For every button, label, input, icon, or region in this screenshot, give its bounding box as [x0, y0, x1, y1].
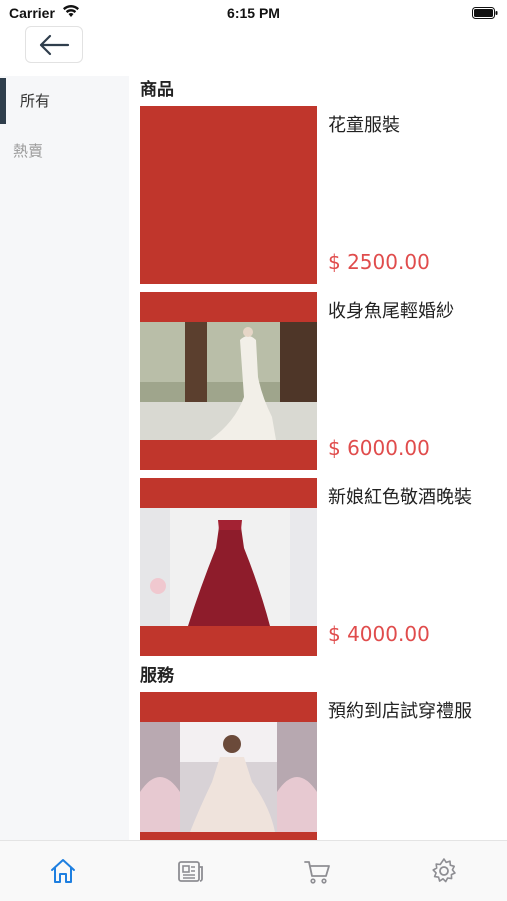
back-button[interactable] — [25, 26, 83, 63]
sidebar-item-hot[interactable]: 熱賣 — [0, 126, 129, 176]
mermaid-gown-photo — [140, 322, 317, 440]
service-card[interactable]: 預約到店試穿禮服 — [140, 692, 500, 840]
news-icon — [178, 861, 204, 882]
product-image — [140, 478, 317, 656]
service-name: 預約到店試穿禮服 — [328, 701, 472, 722]
tab-bar — [0, 840, 507, 901]
sidebar-item-label: 所有 — [20, 92, 51, 110]
cart-icon — [303, 861, 330, 884]
product-card[interactable]: 新娘紅色敬酒晚裝 $ 4000.00 — [140, 478, 500, 656]
clock: 6:15 PM — [227, 5, 280, 21]
product-price: $ 4000.00 — [328, 622, 430, 646]
arrow-left-icon — [39, 34, 70, 55]
sidebar-item-all[interactable]: 所有 — [0, 76, 129, 126]
tab-cart[interactable] — [254, 841, 381, 901]
settings-icon — [432, 858, 456, 883]
home-icon — [51, 859, 76, 883]
service-image — [140, 692, 317, 840]
red-gown-photo — [140, 508, 317, 626]
product-price: $ 6000.00 — [328, 436, 430, 460]
tab-settings[interactable] — [380, 841, 507, 901]
product-list: 商品 花童服裝 $ 2500.00 收身魚尾輕婚紗 $ 6000.00 新娘紅色… — [140, 76, 500, 840]
section-products: 商品 花童服裝 $ 2500.00 收身魚尾輕婚紗 $ 6000.00 新娘紅色… — [140, 78, 500, 656]
product-name: 花童服裝 — [328, 115, 400, 136]
sidebar-item-label: 熱賣 — [13, 142, 44, 160]
battery-icon — [472, 7, 498, 19]
product-image — [140, 106, 317, 284]
section-services: 服務 預約到店試穿禮服 — [140, 664, 500, 840]
category-sidebar: 所有 熱賣 — [0, 76, 129, 840]
product-card[interactable]: 收身魚尾輕婚紗 $ 6000.00 — [140, 292, 500, 470]
section-title: 服務 — [140, 666, 174, 686]
tab-news[interactable] — [127, 841, 254, 901]
product-name: 新娘紅色敬酒晚裝 — [328, 487, 472, 508]
product-price: $ 2500.00 — [328, 250, 430, 274]
bride-photo — [140, 722, 317, 832]
section-title: 商品 — [140, 80, 174, 100]
tab-home[interactable] — [0, 841, 127, 901]
product-image — [140, 292, 317, 470]
status-bar: Carrier 6:15 PM — [0, 0, 507, 28]
product-card[interactable]: 花童服裝 $ 2500.00 — [140, 106, 500, 284]
product-name: 收身魚尾輕婚紗 — [328, 301, 454, 322]
